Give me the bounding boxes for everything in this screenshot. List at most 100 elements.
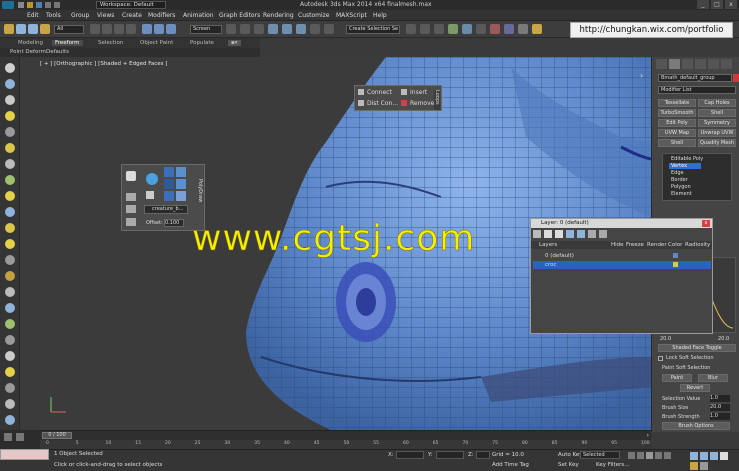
tool-icon-10[interactable]: [5, 207, 15, 217]
tool-icon-20[interactable]: [5, 367, 15, 377]
tool-icon-5[interactable]: [5, 127, 15, 137]
remove-icon[interactable]: [401, 100, 407, 106]
point-deform-label[interactable]: Point Deform: [10, 49, 46, 55]
undo-icon[interactable]: [45, 2, 51, 8]
modifier-list-dropdown[interactable]: Modifier List: [658, 86, 736, 94]
menu-animation[interactable]: Animation: [183, 12, 214, 19]
offset-input[interactable]: 0.100: [164, 219, 184, 227]
edit-poly-button[interactable]: Edit Poly: [658, 119, 696, 127]
align-icon[interactable]: [420, 24, 430, 34]
x-coord-input[interactable]: [396, 451, 424, 459]
tab-selection[interactable]: Selection: [98, 40, 123, 46]
zoom-all-icon[interactable]: [700, 452, 708, 460]
spinner-snap-icon[interactable]: [310, 24, 320, 34]
tool-icon-19[interactable]: [5, 351, 15, 361]
col-radiosity[interactable]: Radiosity: [685, 242, 710, 248]
menu-help[interactable]: Help: [373, 12, 387, 19]
menu-rendering[interactable]: Rendering: [263, 12, 294, 19]
layer-select-icon[interactable]: [566, 230, 574, 238]
rendered-frame-window-icon[interactable]: [518, 24, 528, 34]
edit-named-selection-icon[interactable]: [324, 24, 334, 34]
menu-tools[interactable]: Tools: [46, 12, 61, 19]
layer-color-swatch[interactable]: [673, 262, 678, 267]
col-hide[interactable]: Hide: [611, 242, 624, 248]
snap-toggle-icon[interactable]: [268, 24, 278, 34]
maximize-button[interactable]: □: [711, 0, 723, 9]
rotate-icon[interactable]: [154, 24, 164, 34]
tool-icon-16[interactable]: [5, 303, 15, 313]
turbosmooth-button[interactable]: TurboSmooth: [658, 109, 696, 117]
set-key-button[interactable]: Set Key: [558, 462, 579, 468]
named-selection-dropdown[interactable]: Create Selection Se: [346, 25, 400, 34]
region-select-icon[interactable]: [114, 24, 124, 34]
motion-tab-icon[interactable]: [695, 59, 706, 69]
layer-hide-all-icon[interactable]: [588, 230, 596, 238]
viewport-label[interactable]: [ + ] [Orthographic ] [Shaded + Edged Fa…: [40, 61, 167, 67]
col-color[interactable]: Color: [668, 242, 682, 248]
select-object-icon[interactable]: [90, 24, 100, 34]
stack-item-editable-poly[interactable]: Editable Poly: [671, 156, 703, 162]
zoom-icon[interactable]: [690, 452, 698, 460]
menu-edit[interactable]: Edit: [27, 12, 39, 19]
curve-editor-icon[interactable]: [462, 24, 472, 34]
select-by-name-icon[interactable]: [102, 24, 112, 34]
uvw-map-button[interactable]: UVW Map: [658, 129, 696, 137]
polydraw-tool-icon-7[interactable]: [126, 193, 136, 201]
mini-curve-icon[interactable]: [16, 433, 24, 441]
play-icon[interactable]: [646, 452, 653, 459]
undo-link-icon[interactable]: [4, 24, 14, 34]
tool-icon-6[interactable]: [5, 143, 15, 153]
polydraw-tool-icon-1[interactable]: [126, 171, 136, 181]
brush-size-input[interactable]: 20.0: [710, 404, 730, 411]
unlink-icon[interactable]: [28, 24, 38, 34]
render-production-icon[interactable]: [532, 24, 542, 34]
save-icon[interactable]: [36, 2, 42, 8]
layer-color-swatch[interactable]: [673, 253, 678, 258]
selected-dropdown[interactable]: Selected: [580, 451, 620, 459]
schematic-view-icon[interactable]: [476, 24, 486, 34]
connect-icon[interactable]: [358, 89, 364, 95]
dist-con-button[interactable]: Dist Con...: [367, 100, 398, 107]
polydraw-tool-icon-3[interactable]: [164, 167, 174, 177]
tab-populate[interactable]: Populate: [190, 40, 214, 46]
tab-modeling[interactable]: Modeling: [18, 40, 43, 46]
polydraw-tool-icon-4[interactable]: [176, 167, 186, 177]
paint-button[interactable]: Paint: [662, 374, 692, 382]
col-layers[interactable]: Layers: [539, 242, 557, 248]
coord-system-dropdown[interactable]: Screen: [190, 25, 222, 34]
shaded-face-toggle-button[interactable]: Shaded Face Toggle: [658, 344, 736, 352]
brush-options-button[interactable]: Brush Options: [662, 422, 730, 430]
shell-button-2[interactable]: Shell: [658, 139, 696, 147]
tab-freeform[interactable]: Freeform: [52, 40, 83, 46]
revert-button[interactable]: Revert: [680, 384, 710, 392]
timeline-config-icon[interactable]: [4, 433, 12, 441]
new-icon[interactable]: [18, 2, 24, 8]
polydraw-tool-icon-12[interactable]: [126, 218, 136, 226]
polydraw-tool-icon-6[interactable]: [176, 179, 186, 189]
pan-icon[interactable]: [720, 452, 728, 460]
shell-button[interactable]: Shell: [698, 109, 736, 117]
add-time-tag-button[interactable]: Add Time Tag: [492, 462, 529, 468]
keyboard-shortcut-icon[interactable]: [254, 24, 264, 34]
orbit-icon[interactable]: [690, 462, 698, 470]
polydraw-tool-icon-8[interactable]: [146, 191, 154, 199]
insert-button[interactable]: Insert: [410, 89, 427, 96]
ribbon-options-icon[interactable]: ▪▾: [228, 40, 241, 46]
object-color-swatch[interactable]: [733, 74, 739, 82]
zoom-extents-icon[interactable]: [710, 452, 718, 460]
open-icon[interactable]: [27, 2, 33, 8]
angle-snap-icon[interactable]: [282, 24, 292, 34]
stack-item-vertex[interactable]: Vertex: [669, 163, 702, 169]
layer-delete-icon[interactable]: [544, 230, 552, 238]
menu-group[interactable]: Group: [71, 12, 89, 19]
remove-button[interactable]: Remove: [410, 100, 434, 107]
tool-icon-3[interactable]: [5, 95, 15, 105]
layer-highlight-icon[interactable]: [577, 230, 585, 238]
quadify-mesh-button[interactable]: Quadify Mesh: [698, 139, 736, 147]
lock-soft-selection-checkbox[interactable]: [658, 356, 663, 361]
tool-icon-23[interactable]: [5, 415, 15, 425]
tool-icon-21[interactable]: [5, 383, 15, 393]
select-manipulate-icon[interactable]: [240, 24, 250, 34]
tool-icon-14[interactable]: [5, 271, 15, 281]
window-crossing-icon[interactable]: [126, 24, 136, 34]
